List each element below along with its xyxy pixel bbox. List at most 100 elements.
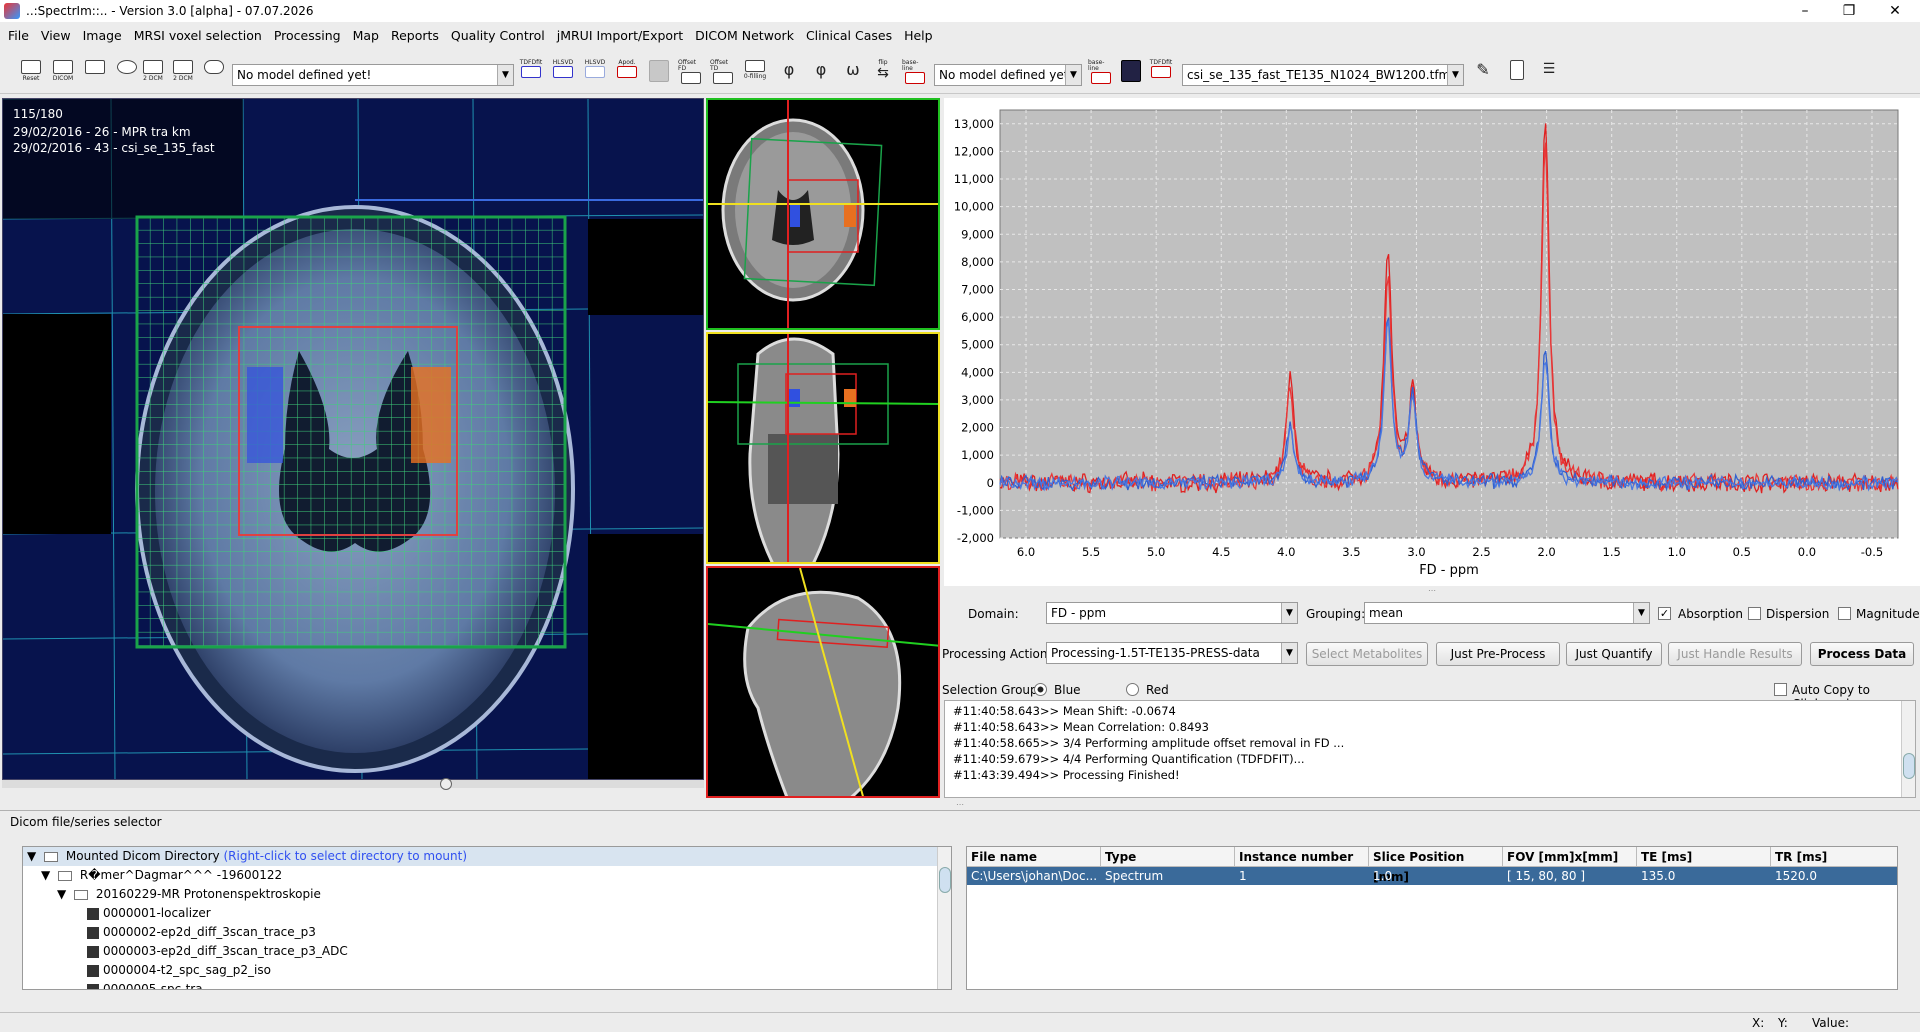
ear-button[interactable] bbox=[114, 60, 140, 86]
log-scrollbar[interactable] bbox=[1901, 701, 1915, 797]
maximize-icon[interactable]: ❐ bbox=[1826, 0, 1872, 22]
file-combo[interactable]: csi_se_135_fast_TE135_N1024_BW1200.tfm ▼ bbox=[1182, 64, 1464, 86]
tree-series-item[interactable]: 0000001-localizer bbox=[23, 904, 951, 923]
dicom-file-table[interactable]: File name Type Instance number Slice Pos… bbox=[966, 846, 1898, 990]
dicom-selector-header: Dicom file/series selector bbox=[0, 810, 1920, 830]
apodization-button[interactable]: Apod. bbox=[614, 60, 640, 86]
tdfdfit-q-button[interactable]: TDFDfit bbox=[1148, 60, 1174, 86]
two-dcm-button-2[interactable]: 2 DCM bbox=[170, 60, 196, 86]
y-tick-label: 7,000 bbox=[961, 282, 994, 296]
menu-mrsi-voxel-selection[interactable]: MRSI voxel selection bbox=[126, 28, 266, 43]
slice-slider-thumb[interactable] bbox=[440, 778, 452, 790]
red-radio[interactable] bbox=[1126, 683, 1139, 696]
menu-jmrui-import-export[interactable]: jMRUI Import/Export bbox=[549, 28, 687, 43]
hlsvd-button-2[interactable]: HLSVD bbox=[582, 60, 608, 86]
processing-log[interactable]: #11:40:58.643>> Mean Shift: -0.0674 #11:… bbox=[944, 700, 1916, 798]
minimize-icon[interactable]: – bbox=[1782, 0, 1828, 22]
axial-thumbnail[interactable] bbox=[706, 98, 940, 330]
select-metabolites-button[interactable]: Select Metabolites bbox=[1306, 642, 1428, 666]
slice-slider-track[interactable] bbox=[2, 778, 704, 790]
menu-bar: File View Image MRSI voxel selection Pro… bbox=[0, 24, 1920, 46]
tree-series-item[interactable]: 0000003-ep2d_diff_3scan_trace_p3_ADC bbox=[23, 942, 951, 961]
baseline-button-2[interactable]: base-line bbox=[1088, 60, 1114, 86]
column-header[interactable]: File name bbox=[967, 847, 1101, 866]
x-tick-label: 2.0 bbox=[1537, 545, 1555, 559]
menu-dicom-network[interactable]: DICOM Network bbox=[687, 28, 798, 43]
grouping-select[interactable]: mean ▼ bbox=[1364, 602, 1650, 624]
reset-button[interactable]: Reset bbox=[18, 60, 44, 86]
offset-fd-button[interactable]: Offset FD bbox=[678, 60, 704, 86]
link-icon[interactable] bbox=[202, 60, 226, 86]
absorption-checkbox[interactable]: ✓ bbox=[1658, 607, 1671, 620]
list-icon[interactable]: ☰ bbox=[1536, 60, 1562, 86]
tree-scrollbar-thumb[interactable] bbox=[939, 867, 951, 893]
phase1-icon[interactable]: φ bbox=[808, 60, 834, 86]
column-header[interactable]: Instance number bbox=[1235, 847, 1369, 866]
tree-study[interactable]: ▼ 20160229-MR Protonenspektroskopie bbox=[23, 885, 951, 904]
just-quantify-button[interactable]: Just Quantify bbox=[1566, 642, 1662, 666]
close-icon[interactable]: ✕ bbox=[1872, 0, 1918, 22]
measure-button[interactable] bbox=[82, 60, 108, 86]
folder-icon bbox=[44, 851, 59, 862]
lcmodel-icon[interactable] bbox=[1118, 60, 1144, 86]
dicom-button[interactable]: DICOM bbox=[50, 60, 76, 86]
baseline-button[interactable]: base-line bbox=[902, 60, 928, 86]
blue-radio[interactable] bbox=[1034, 683, 1047, 696]
just-handle-results-button[interactable]: Just Handle Results bbox=[1668, 642, 1802, 666]
collapse-icon[interactable]: ▼ bbox=[27, 849, 36, 863]
column-header[interactable]: Type bbox=[1101, 847, 1235, 866]
tree-root[interactable]: ▼ Mounted Dicom Directory (Right-click t… bbox=[23, 847, 951, 866]
chevron-down-icon: ▼ bbox=[1633, 603, 1649, 623]
splitter-handle[interactable]: ⋯ bbox=[944, 587, 1920, 595]
processing-action-select[interactable]: Processing-1.5T-TE135-PRESS-data ▼ bbox=[1046, 642, 1298, 664]
menu-view[interactable]: View bbox=[33, 28, 75, 43]
menu-map[interactable]: Map bbox=[345, 28, 383, 43]
model-combo-2[interactable]: No model defined yet! ▼ bbox=[934, 64, 1082, 86]
tree-series-item[interactable]: 0000002-ep2d_diff_3scan_trace_p3 bbox=[23, 923, 951, 942]
zero-filling-button[interactable]: 0-filling bbox=[742, 60, 768, 86]
edit-icon[interactable]: ✎ bbox=[1470, 60, 1496, 86]
model-combo[interactable]: No model defined yet! ▼ bbox=[232, 64, 514, 86]
just-preprocess-button[interactable]: Just Pre-Process bbox=[1436, 642, 1560, 666]
coronal-thumbnail[interactable] bbox=[706, 332, 940, 564]
x-axis-label: FD - ppm bbox=[1419, 563, 1479, 578]
collapse-icon[interactable]: ▼ bbox=[57, 887, 66, 901]
column-header[interactable]: TR [ms] bbox=[1771, 847, 1897, 866]
menu-clinical-cases[interactable]: Clinical Cases bbox=[798, 28, 896, 43]
process-data-button[interactable]: Process Data bbox=[1810, 642, 1914, 666]
main-image-view[interactable]: 115/180 29/02/2016 - 26 - MPR tra km 29/… bbox=[2, 98, 704, 780]
omega-icon[interactable]: ω bbox=[840, 60, 866, 86]
tree-series-item[interactable]: 0000004-t2_spc_sag_p2_iso bbox=[23, 961, 951, 980]
two-dcm-button[interactable]: 2 DCM bbox=[140, 60, 166, 86]
tree-scrollbar[interactable] bbox=[937, 847, 951, 989]
phase0-icon[interactable]: φ bbox=[776, 60, 802, 86]
collapse-icon[interactable]: ▼ bbox=[41, 868, 50, 882]
menu-reports[interactable]: Reports bbox=[383, 28, 443, 43]
column-header[interactable]: TE [ms] bbox=[1637, 847, 1771, 866]
flip-button[interactable]: flip ⇆ bbox=[870, 60, 896, 86]
tree-patient[interactable]: ▼ R�mer^Dagmar^^^ -19600122 bbox=[23, 866, 951, 885]
column-header[interactable]: Slice Position [mm] bbox=[1369, 847, 1503, 884]
dispersion-checkbox[interactable] bbox=[1748, 607, 1761, 620]
column-header[interactable]: FOV [mm]x[mm] bbox=[1503, 847, 1637, 866]
magnitude-checkbox[interactable] bbox=[1838, 607, 1851, 620]
table-row[interactable]: C:\Users\johan\Doc... Spectrum 1 1.0 [ 1… bbox=[967, 867, 1897, 885]
tdfdfit-button[interactable]: TDFDfit bbox=[518, 60, 544, 86]
log-scrollbar-thumb[interactable] bbox=[1903, 753, 1915, 779]
hlsvd-button[interactable]: HLSVD bbox=[550, 60, 576, 86]
menu-quality-control[interactable]: Quality Control bbox=[443, 28, 549, 43]
splitter-handle-bottom[interactable]: ⋯ bbox=[0, 801, 1920, 809]
auto-copy-checkbox[interactable] bbox=[1774, 683, 1787, 696]
domain-select[interactable]: FD - ppm ▼ bbox=[1046, 602, 1298, 624]
tree-series-item[interactable]: 0000005-spc-tra bbox=[23, 980, 951, 989]
menu-processing[interactable]: Processing bbox=[266, 28, 345, 43]
spectrum-chart[interactable]: 13,000 12,000 11,000 10,000 9,000 8,000 7,000 6… bbox=[944, 98, 1920, 586]
menu-file[interactable]: File bbox=[0, 28, 33, 43]
menu-help[interactable]: Help bbox=[896, 28, 937, 43]
offset-td-button[interactable]: Offset TD bbox=[710, 60, 736, 86]
dicom-tree[interactable]: ▼ Mounted Dicom Directory (Right-click t… bbox=[22, 846, 952, 990]
log-line: #11:40:59.679>> 4/4 Performing Quantific… bbox=[953, 752, 1305, 766]
sagittal-thumbnail[interactable] bbox=[706, 566, 940, 798]
document-icon[interactable] bbox=[1504, 60, 1530, 86]
menu-image[interactable]: Image bbox=[75, 28, 126, 43]
